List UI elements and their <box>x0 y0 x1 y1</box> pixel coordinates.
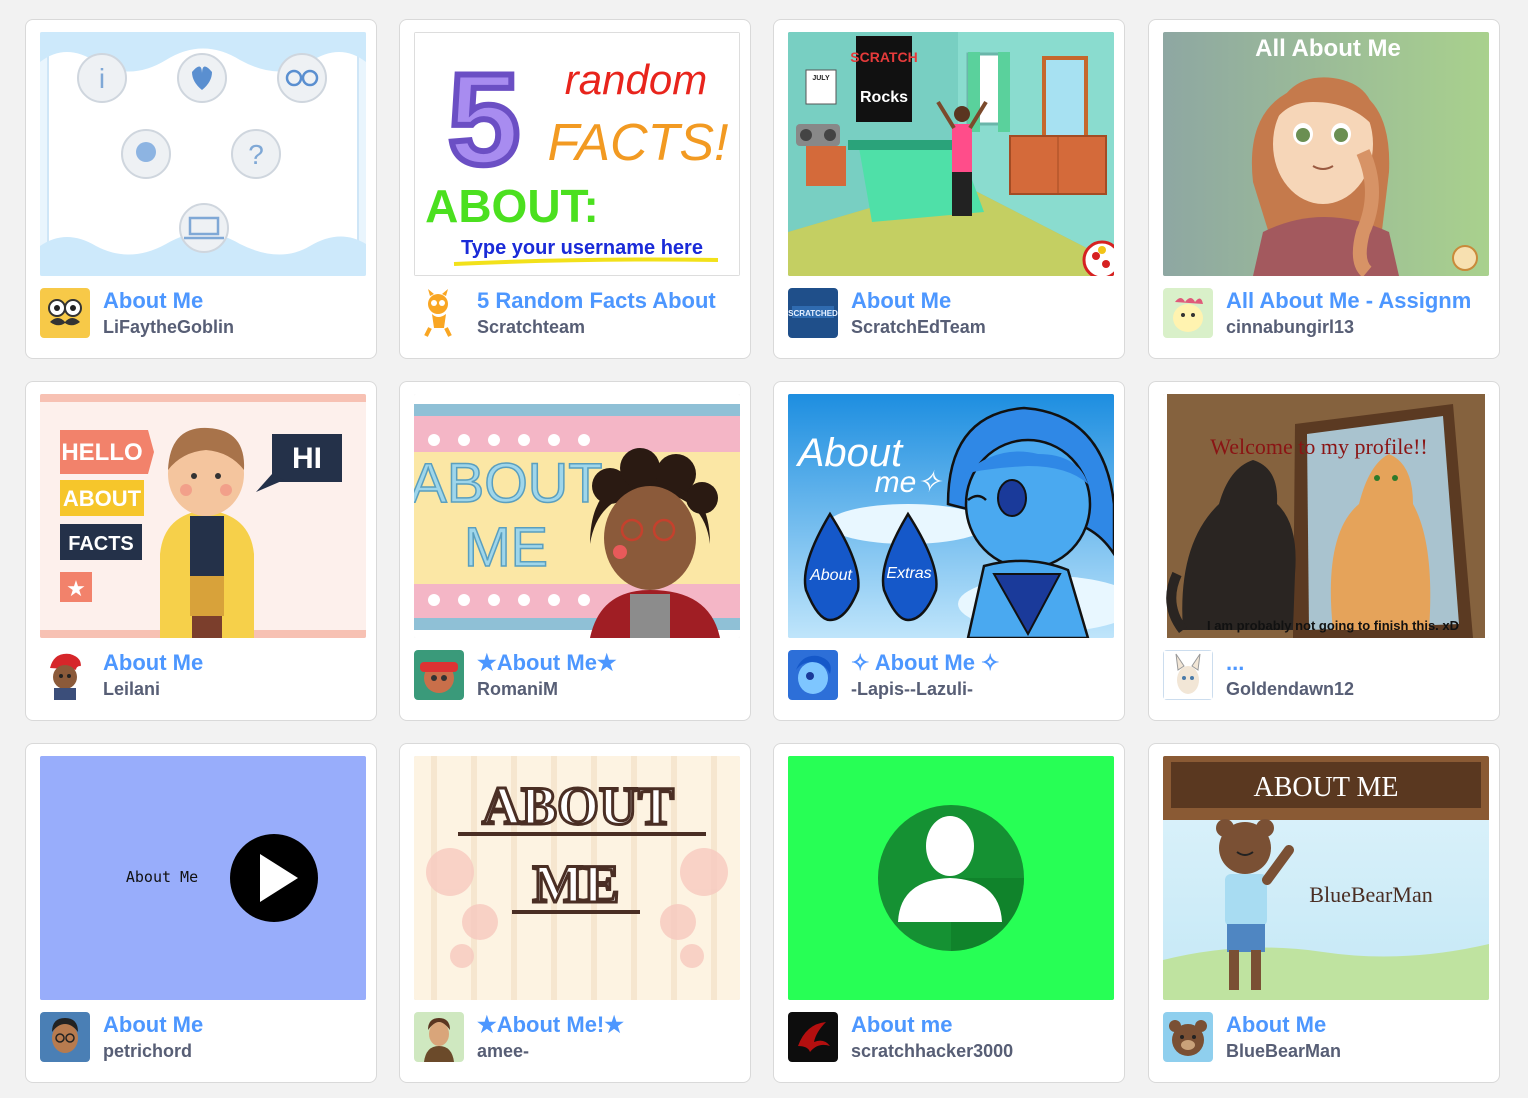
author-username-link[interactable]: ScratchEdTeam <box>851 316 1119 338</box>
project-title-link[interactable]: About Me <box>851 288 1119 314</box>
project-thumbnail[interactable]: ABOUT ME <box>414 394 740 638</box>
author-username-link[interactable]: LiFaytheGoblin <box>103 316 371 338</box>
thumb-line-about: ABOUT <box>482 776 674 836</box>
project-thumbnail[interactable]: HELLO ABOUT FACTS ★ HI <box>40 394 366 638</box>
poster-text-scratch: SCRATCH <box>850 49 917 65</box>
thumb-text-random: random <box>565 56 707 103</box>
author-avatar[interactable] <box>788 1012 838 1062</box>
project-card[interactable]: 5 random FACTS! ABOUT: Type your usernam… <box>399 19 751 359</box>
thumb-name: BlueBearMan <box>1309 882 1432 907</box>
project-thumbnail[interactable] <box>788 756 1114 1000</box>
thumb-banner: ABOUT ME <box>1254 772 1399 803</box>
calendar-text: JULY <box>812 75 830 82</box>
project-thumbnail[interactable]: All About Me <box>1163 32 1489 276</box>
author-username-link[interactable]: Goldendawn12 <box>1226 678 1494 700</box>
author-avatar[interactable] <box>1163 650 1213 700</box>
thumb-line-about: ABOUT <box>414 451 602 514</box>
drop-about: About <box>809 567 852 584</box>
project-title-link[interactable]: All About Me - Assignm <box>1226 288 1494 314</box>
author-username-link[interactable]: RomaniM <box>477 678 745 700</box>
author-avatar[interactable] <box>40 650 90 700</box>
project-thumbnail[interactable]: About me✧ About Extras <box>788 394 1114 638</box>
project-card[interactable]: i ? About Me LiFaytheGoblin <box>25 19 377 359</box>
thumb-label: About Me <box>126 868 198 886</box>
svg-text:i: i <box>99 63 105 94</box>
thumb-heading: Welcome to my profile!! <box>1210 434 1428 459</box>
thumb-heading: All About Me <box>1255 35 1401 62</box>
svg-text:★: ★ <box>66 576 86 601</box>
project-thumbnail[interactable]: ABOUT ME <box>414 756 740 1000</box>
author-username-link[interactable]: petrichord <box>103 1040 371 1062</box>
project-title-link[interactable]: ★About Me★ <box>477 650 745 676</box>
tag-hello: HELLO <box>61 439 142 466</box>
project-card[interactable]: HELLO ABOUT FACTS ★ HI About Me Leilani <box>25 381 377 721</box>
project-title-link[interactable]: ✧ About Me ✧ <box>851 650 1119 676</box>
author-avatar[interactable] <box>40 288 90 338</box>
project-card[interactable]: SCRATCH Rocks JULY SCRATCHED About Me Sc… <box>773 19 1125 359</box>
svg-text:?: ? <box>248 139 264 170</box>
thumb-footer: I am probably not going to finish this. … <box>1207 618 1459 633</box>
project-thumbnail[interactable]: i ? <box>40 32 366 276</box>
thumb-text-about: ABOUT: <box>425 180 599 232</box>
author-username-link[interactable]: amee- <box>477 1040 745 1062</box>
poster-text-rocks: Rocks <box>860 89 908 106</box>
author-username-link[interactable]: Leilani <box>103 678 371 700</box>
author-avatar[interactable] <box>414 650 464 700</box>
project-card[interactable]: About Me About Me petrichord <box>25 743 377 1083</box>
project-title-link[interactable]: About Me <box>103 1012 371 1038</box>
project-thumbnail[interactable]: SCRATCH Rocks JULY <box>788 32 1114 276</box>
author-username-link[interactable]: -Lapis--Lazuli- <box>851 678 1119 700</box>
author-avatar[interactable] <box>40 1012 90 1062</box>
project-title-link[interactable]: ★About Me!★ <box>477 1012 745 1038</box>
author-username-link[interactable]: BlueBearMan <box>1226 1040 1494 1062</box>
author-avatar[interactable] <box>414 288 464 338</box>
tag-facts: FACTS <box>68 533 134 555</box>
svg-text:SCRATCHED: SCRATCHED <box>788 309 838 318</box>
project-thumbnail[interactable]: Welcome to my profile!! I am probably no… <box>1163 394 1489 638</box>
project-card[interactable]: All About Me All About Me - Assignm cinn… <box>1148 19 1500 359</box>
project-title-link[interactable]: About Me <box>103 288 371 314</box>
project-card[interactable]: About me scratchhacker3000 <box>773 743 1125 1083</box>
author-username-link[interactable]: scratchhacker3000 <box>851 1040 1119 1062</box>
svg-text:5: 5 <box>448 46 520 192</box>
thumb-text-facts: FACTS! <box>547 114 728 172</box>
project-title-link[interactable]: About Me <box>103 650 371 676</box>
drop-extras: Extras <box>886 565 931 582</box>
project-card[interactable]: ABOUT ME ★About Me!★ amee- <box>399 743 751 1083</box>
tag-about: ABOUT <box>63 486 142 511</box>
author-avatar[interactable]: SCRATCHED <box>788 288 838 338</box>
project-title-link[interactable]: About me <box>851 1012 1119 1038</box>
project-card[interactable]: ABOUT ME BlueBearMan About Me BlueBearMa… <box>1148 743 1500 1083</box>
project-thumbnail[interactable]: ABOUT ME BlueBearMan <box>1163 756 1489 1000</box>
project-title-link[interactable]: About Me <box>1226 1012 1494 1038</box>
bubble-hi: HI <box>292 442 322 475</box>
author-avatar[interactable] <box>1163 1012 1213 1062</box>
author-avatar[interactable] <box>414 1012 464 1062</box>
project-thumbnail[interactable]: About Me <box>40 756 366 1000</box>
thumb-text-username: Type your username here <box>461 237 703 259</box>
thumb-line-me: ME <box>533 854 620 914</box>
project-card[interactable]: Welcome to my profile!! I am probably no… <box>1148 381 1500 721</box>
author-username-link[interactable]: Scratchteam <box>477 316 745 338</box>
author-avatar[interactable] <box>788 650 838 700</box>
thumb-line-me: ME <box>464 515 548 578</box>
project-card[interactable]: ABOUT ME ★About Me★ RomaniM <box>399 381 751 721</box>
project-title-link[interactable]: ... <box>1226 650 1494 676</box>
author-username-link[interactable]: cinnabungirl13 <box>1226 316 1494 338</box>
project-title-link[interactable]: 5 Random Facts About <box>477 288 745 314</box>
project-thumbnail[interactable]: 5 random FACTS! ABOUT: Type your usernam… <box>414 32 740 276</box>
thumb-heading-me: me✧ <box>875 466 944 499</box>
project-card[interactable]: About me✧ About Extras ✧ About Me ✧ -Lap… <box>773 381 1125 721</box>
author-avatar[interactable] <box>1163 288 1213 338</box>
